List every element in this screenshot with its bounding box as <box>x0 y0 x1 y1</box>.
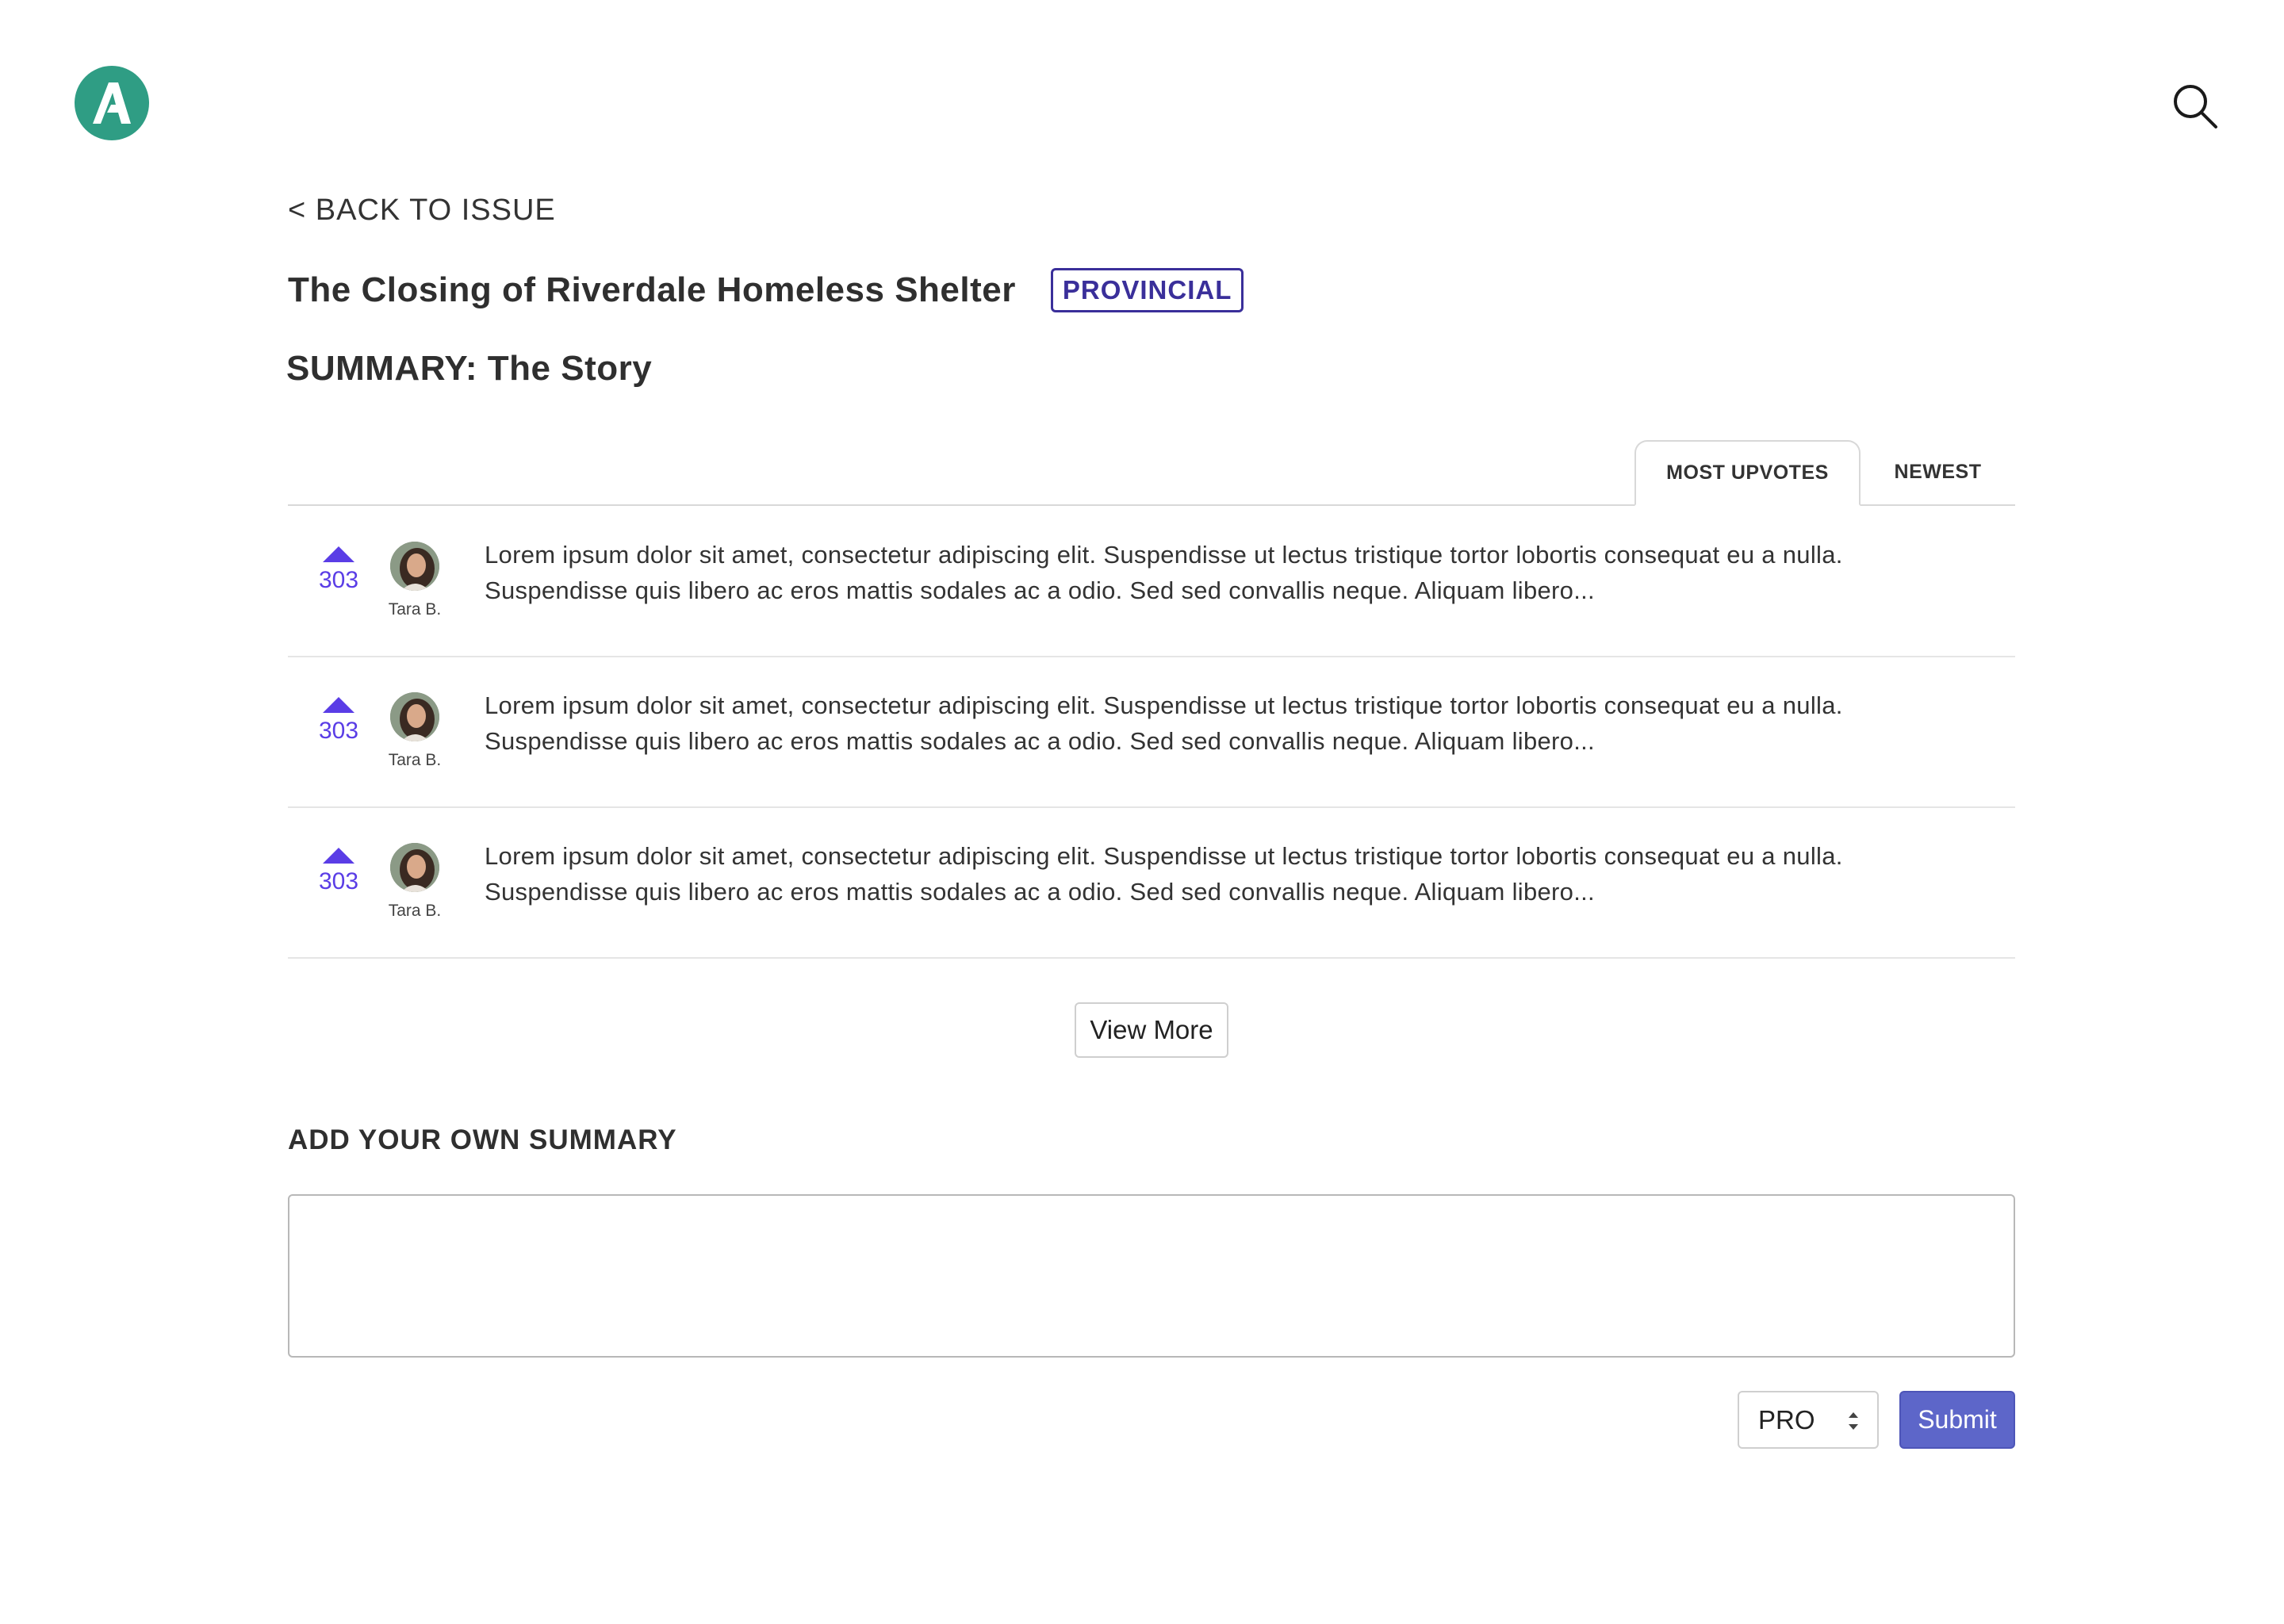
vote-count: 303 <box>318 868 359 894</box>
stance-select-value: PRO <box>1758 1404 1815 1434</box>
search-icon[interactable] <box>2171 82 2219 130</box>
tab-newest[interactable]: NEWEST <box>1861 440 2015 504</box>
summary-text[interactable]: Lorem ipsum dolor sit amet, consectetur … <box>485 838 1991 910</box>
avatar[interactable] <box>390 843 439 892</box>
summary-section-title: SUMMARY: The Story <box>286 349 653 388</box>
select-arrows-icon <box>1849 1412 1858 1430</box>
upvote-button[interactable]: 303 <box>315 546 362 594</box>
vote-count: 303 <box>318 718 359 744</box>
summary-text[interactable]: Lorem ipsum dolor sit amet, consectetur … <box>485 537 1991 608</box>
summary-row: 303 Tara B. Lorem ipsum dolor sit amet, … <box>288 657 2015 808</box>
avatar[interactable] <box>390 692 439 741</box>
summary-row: 303 Tara B. Lorem ipsum dolor sit amet, … <box>288 808 2015 959</box>
vote-count: 303 <box>318 567 359 593</box>
back-to-issue-link[interactable]: < BACK TO ISSUE <box>288 193 556 228</box>
tab-most-upvotes[interactable]: MOST UPVOTES <box>1634 440 1861 506</box>
add-summary-title: ADD YOUR OWN SUMMARY <box>288 1124 677 1155</box>
upvote-button[interactable]: 303 <box>315 848 362 895</box>
author-name: Tara B. <box>388 902 442 920</box>
summary-input[interactable] <box>288 1194 2015 1358</box>
view-more-button[interactable]: View More <box>1075 1002 1228 1058</box>
jurisdiction-badge: PROVINCIAL <box>1050 268 1244 312</box>
a-letter-logo-icon <box>93 82 131 124</box>
issue-title: The Closing of Riverdale Homeless Shelte… <box>288 270 1016 309</box>
submit-button[interactable]: Submit <box>1899 1391 2015 1449</box>
upvote-button[interactable]: 303 <box>315 697 362 745</box>
author-name: Tara B. <box>388 751 442 769</box>
author-name: Tara B. <box>388 600 442 619</box>
upvote-arrow-icon <box>323 697 354 713</box>
summary-text[interactable]: Lorem ipsum dolor sit amet, consectetur … <box>485 688 1991 759</box>
upvote-arrow-icon <box>323 546 354 562</box>
summary-row: 303 Tara B. Lorem ipsum dolor sit amet, … <box>288 507 2015 657</box>
stance-select[interactable]: PRO <box>1738 1391 1879 1449</box>
app-logo[interactable] <box>75 66 149 140</box>
upvote-arrow-icon <box>323 848 354 864</box>
avatar[interactable] <box>390 542 439 591</box>
issue-header: The Closing of Riverdale Homeless Shelte… <box>288 268 1244 312</box>
